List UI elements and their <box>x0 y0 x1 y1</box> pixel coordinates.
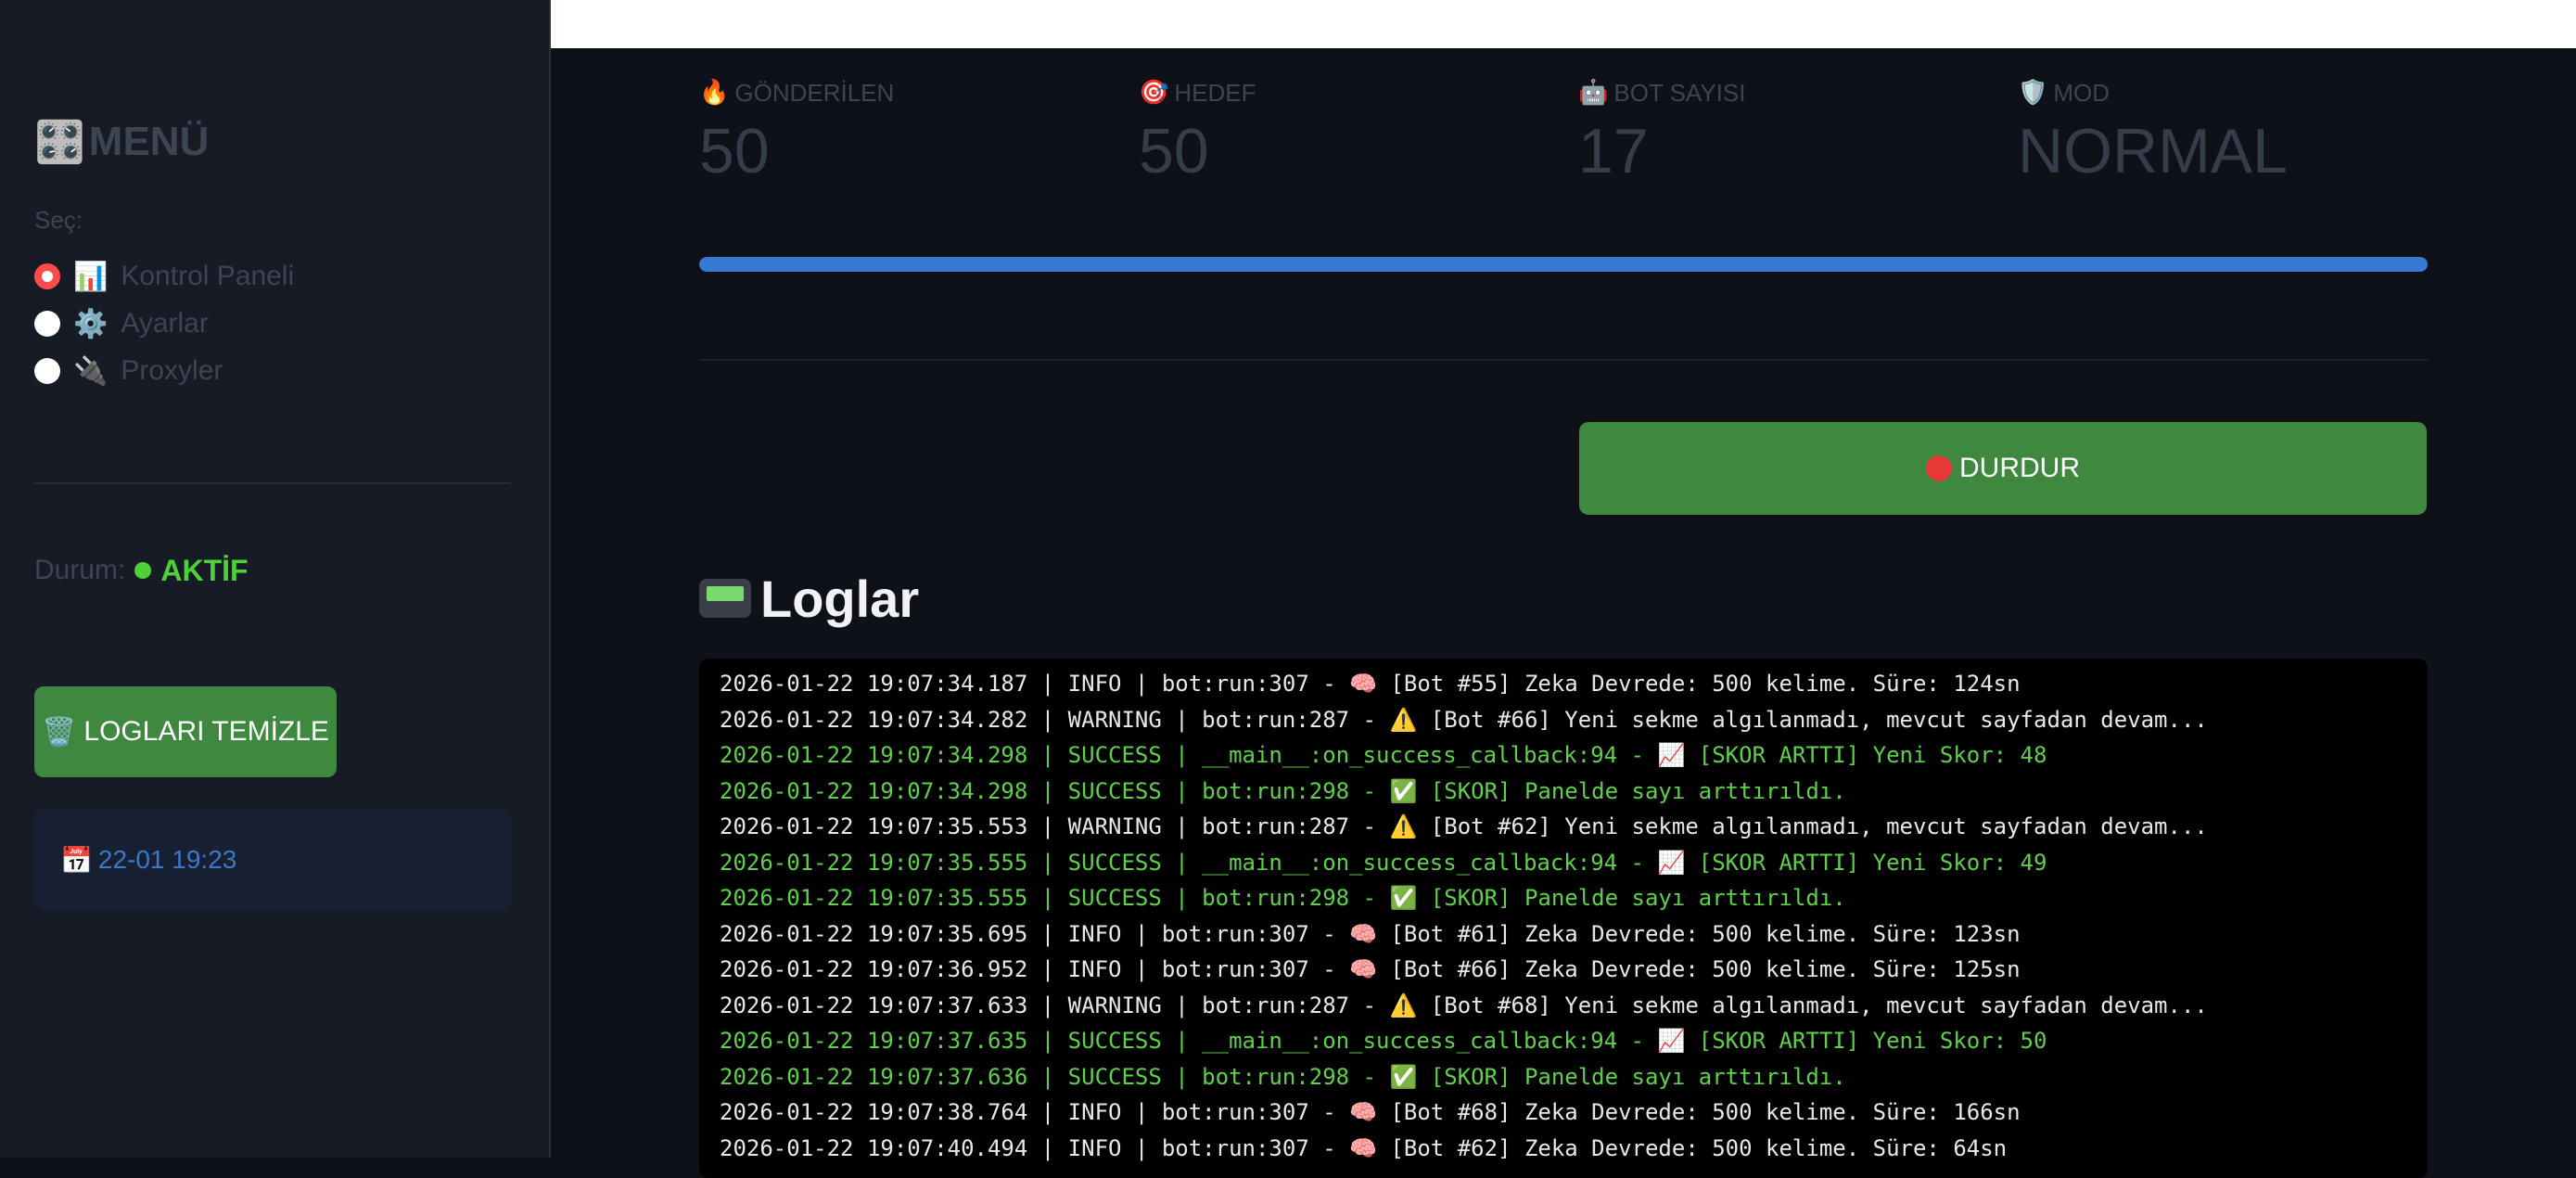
metric-label-text: MOD <box>2053 78 2111 107</box>
radio-unselected-icon[interactable] <box>34 358 60 384</box>
log-line: 2026-01-22 19:07:38.764 | INFO | bot:run… <box>720 1099 2021 1125</box>
select-label: Seç: <box>34 206 83 234</box>
clear-logs-label: LOGLARI TEMİZLE <box>83 716 329 747</box>
logs-title: Loglar <box>760 569 920 628</box>
main-divider <box>699 359 2428 361</box>
metric-hedef: 🎯 HEDEF 50 <box>1139 74 1256 187</box>
shield-icon: 🛡️ <box>2018 79 2048 107</box>
metric-bot-sayisi: 🤖 BOT SAYISI 17 <box>1578 74 1745 187</box>
menu-title-text: MENÜ <box>88 119 210 164</box>
radio-option-kontrol-paneli[interactable]: 📊 Kontrol Paneli <box>34 256 294 297</box>
metric-label: 🎯 HEDEF <box>1139 74 1256 111</box>
radio-option-label: Ayarlar <box>121 308 209 339</box>
metric-value: NORMAL <box>2018 116 2288 186</box>
gear-icon: ⚙️ <box>73 307 108 340</box>
header-menu-icon[interactable] <box>2535 0 2548 6</box>
sidebar: 🎛️ MENÜ Seç: 📊 Kontrol Paneli ⚙️ Ayarlar… <box>0 0 551 1158</box>
progress-bar <box>699 257 2428 272</box>
pager-icon <box>699 579 751 618</box>
logs-heading: Loglar <box>699 566 919 631</box>
stop-button-label: DURDUR <box>1959 453 2080 483</box>
radio-option-proxyler[interactable]: 🔌 Proxyler <box>34 351 223 391</box>
metric-value: 17 <box>1578 116 1649 186</box>
log-panel[interactable]: 2026-01-22 19:07:34.187 | INFO | bot:run… <box>699 659 2428 1178</box>
log-line: 2026-01-22 19:07:34.187 | INFO | bot:run… <box>720 671 2021 697</box>
log-line: 2026-01-22 19:07:35.555 | SUCCESS | bot:… <box>720 885 1846 911</box>
stop-button[interactable]: DURDUR <box>1579 422 2427 515</box>
log-line: 2026-01-22 19:07:37.635 | SUCCESS | __ma… <box>720 1028 2047 1054</box>
log-line: 2026-01-22 19:07:35.555 | SUCCESS | __ma… <box>720 849 2047 876</box>
log-line: 2026-01-22 19:07:34.282 | WARNING | bot:… <box>720 706 2208 733</box>
metric-label-text: HEDEF <box>1174 78 1256 107</box>
metric-label-text: GÖNDERİLEN <box>734 78 895 107</box>
status-label: Durum: <box>34 555 126 585</box>
status-value: AKTİF <box>160 553 249 587</box>
log-line: 2026-01-22 19:07:37.633 | WARNING | bot:… <box>720 992 2208 1018</box>
metric-label: 🔥 GÖNDERİLEN <box>699 74 894 111</box>
robot-icon: 🤖 <box>1578 79 1609 107</box>
radio-unselected-icon[interactable] <box>34 311 60 337</box>
metric-mod: 🛡️ MOD NORMAL <box>2018 74 2288 187</box>
status-dot-icon <box>134 562 152 579</box>
log-line: 2026-01-22 19:07:34.298 | SUCCESS | __ma… <box>720 742 2047 768</box>
control-knobs-icon: 🎛️ <box>34 119 85 166</box>
bar-chart-icon: 📊 <box>73 260 108 293</box>
log-line: 2026-01-22 19:07:37.636 | SUCCESS | bot:… <box>720 1063 1846 1090</box>
metric-label: 🛡️ MOD <box>2018 74 2288 111</box>
clear-logs-button[interactable]: 🗑️ LOGLARI TEMİZLE <box>34 686 337 777</box>
status-row: Durum: AKTİF <box>34 549 249 592</box>
target-icon: 🎯 <box>1139 79 1169 107</box>
date-info-box: 📅 22-01 19:23 <box>34 809 511 911</box>
log-line: 2026-01-22 19:07:34.298 | SUCCESS | bot:… <box>720 777 1846 804</box>
menu-title: 🎛️ MENÜ <box>34 114 209 170</box>
log-line: 2026-01-22 19:07:40.494 | INFO | bot:run… <box>720 1134 2008 1161</box>
sidebar-divider <box>34 482 511 484</box>
date-text: 22-01 19:23 <box>97 845 237 874</box>
calendar-icon: 📅 <box>60 844 93 876</box>
log-line: 2026-01-22 19:07:35.553 | WARNING | bot:… <box>720 813 2208 839</box>
trash-icon: 🗑️ <box>42 715 77 749</box>
radio-option-ayarlar[interactable]: ⚙️ Ayarlar <box>34 303 209 344</box>
radio-option-label: Proxyler <box>121 355 223 386</box>
metric-value: 50 <box>1139 116 1209 186</box>
progress-bar-fill <box>699 257 2428 272</box>
metric-value: 50 <box>699 116 770 186</box>
log-line: 2026-01-22 19:07:35.695 | INFO | bot:run… <box>720 920 2021 947</box>
top-header-bar <box>551 0 2576 48</box>
plug-icon: 🔌 <box>73 354 108 388</box>
log-line: 2026-01-22 19:07:36.952 | INFO | bot:run… <box>720 956 2021 982</box>
fire-icon: 🔥 <box>699 79 730 107</box>
metric-label: 🤖 BOT SAYISI <box>1578 74 1745 111</box>
red-circle-icon <box>1926 455 1952 481</box>
radio-selected-icon[interactable] <box>34 263 60 289</box>
radio-option-label: Kontrol Paneli <box>121 261 295 291</box>
metric-label-text: BOT SAYISI <box>1613 78 1746 107</box>
metric-gonderilen: 🔥 GÖNDERİLEN 50 <box>699 74 894 187</box>
